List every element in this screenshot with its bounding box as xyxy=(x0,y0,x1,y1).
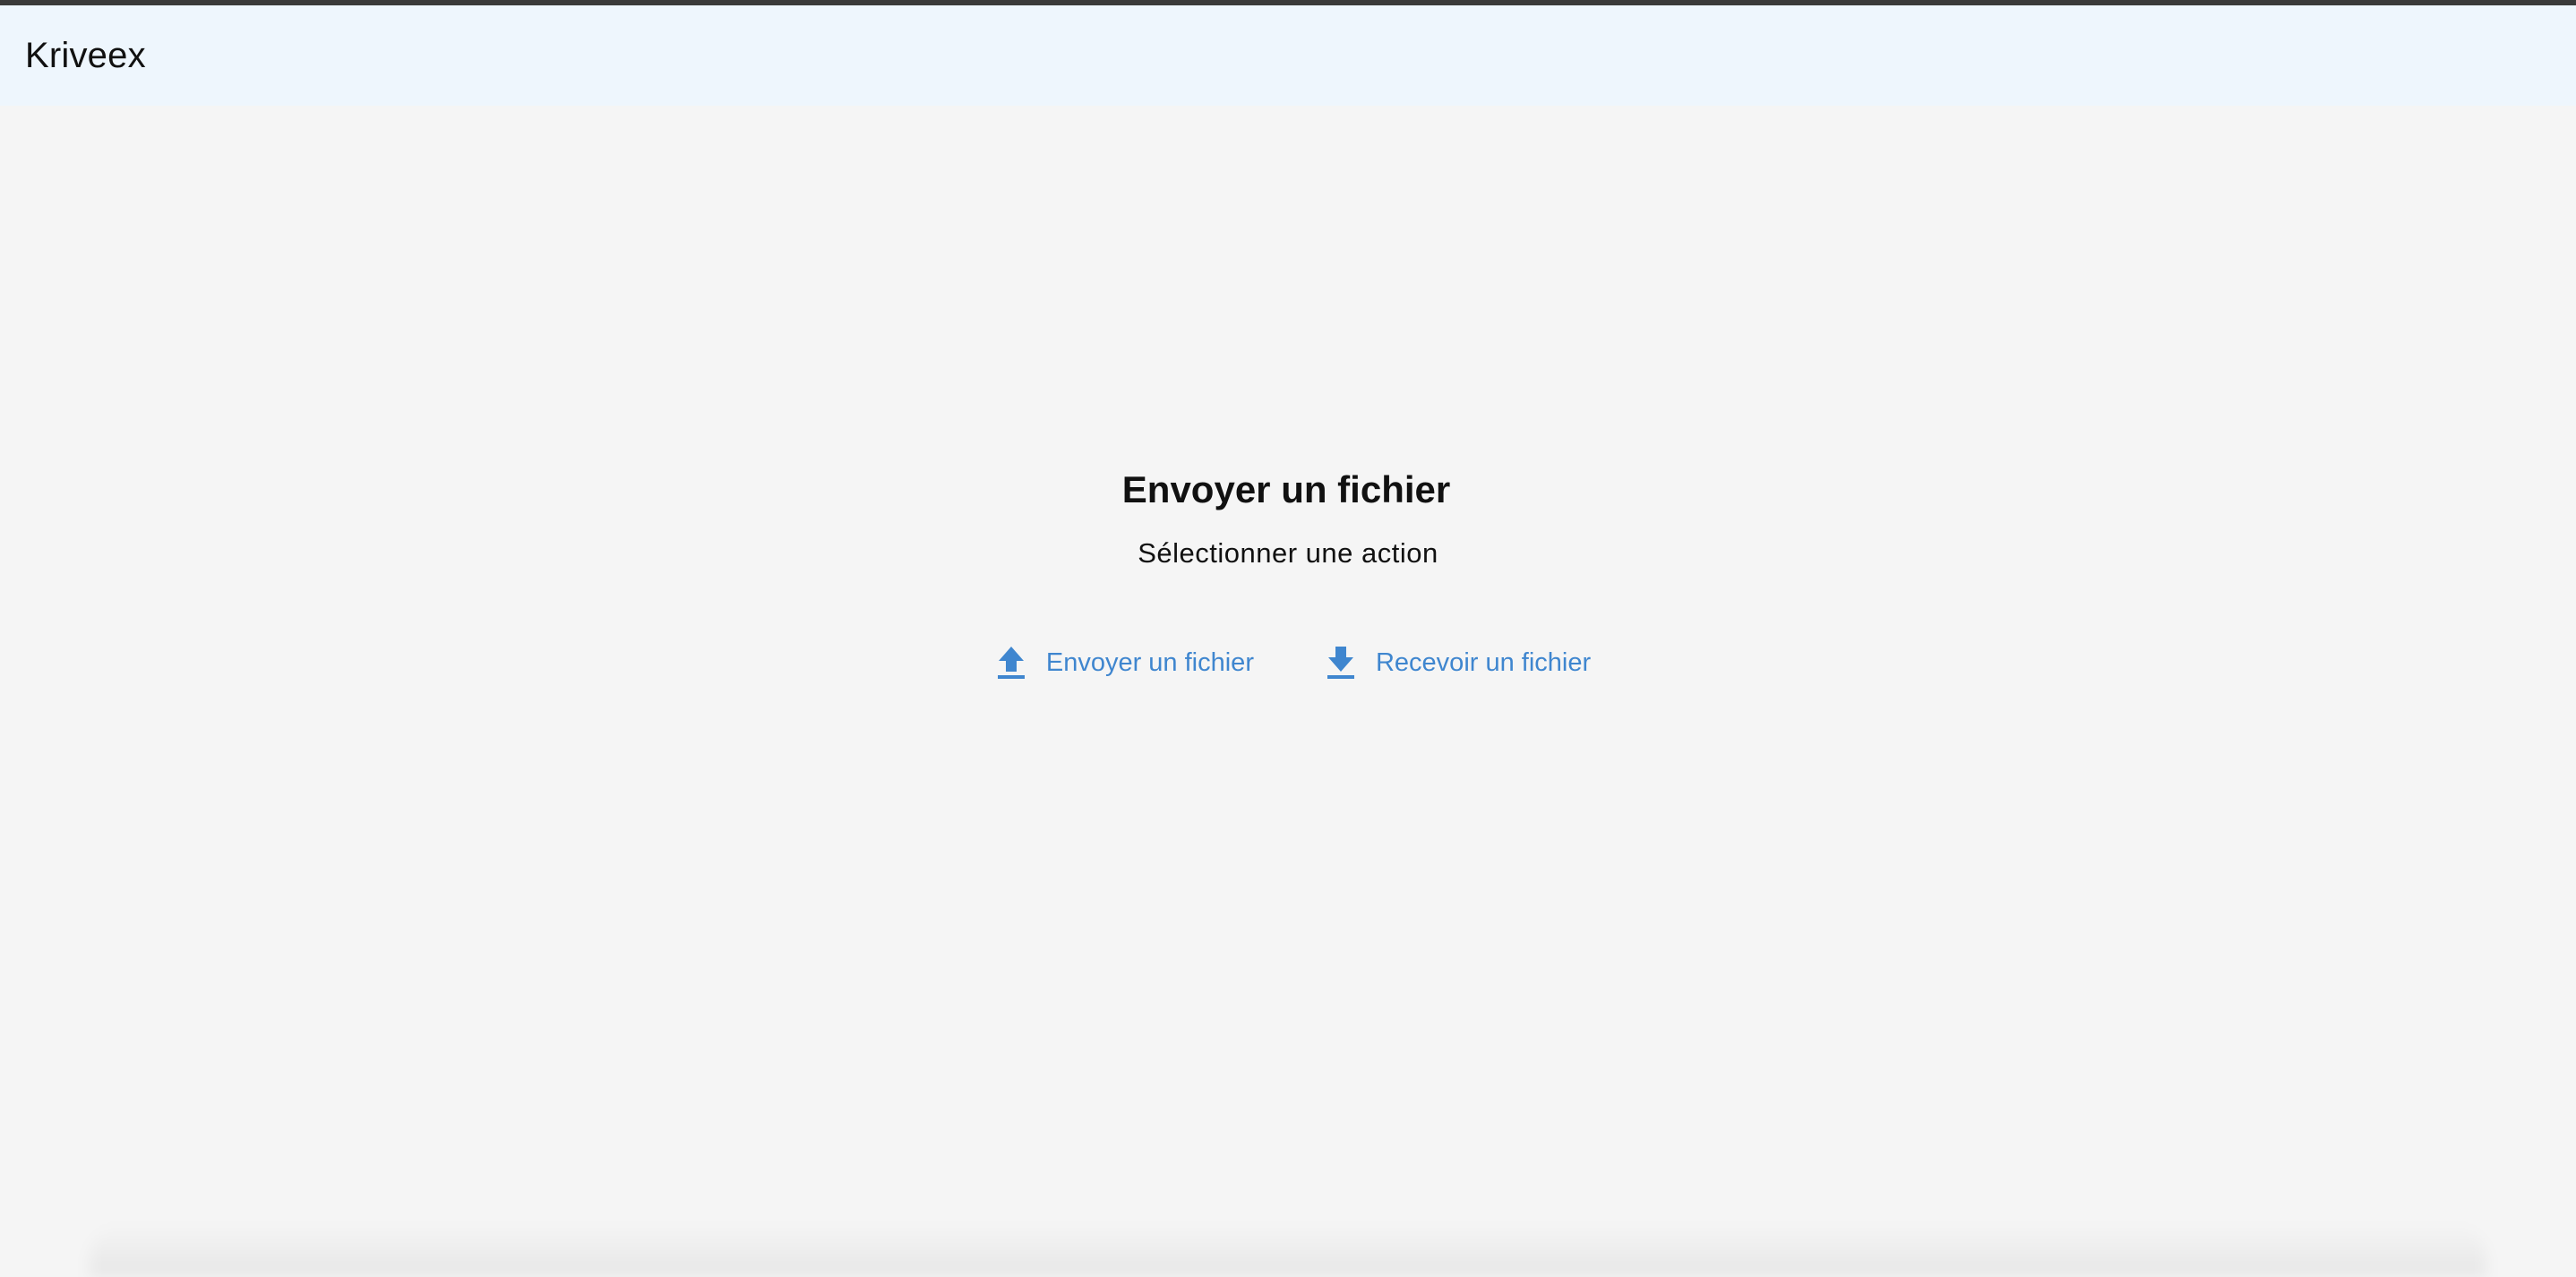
page-title: Envoyer un fichier xyxy=(1121,468,1451,510)
bottom-shadow xyxy=(90,1223,2486,1277)
download-icon xyxy=(1326,645,1356,681)
page-subtitle: Sélectionner une action xyxy=(1138,537,1438,569)
app-title: Kriveex xyxy=(25,35,146,75)
main-content xyxy=(0,106,2576,1277)
send-file-button[interactable]: Envoyer un fichier xyxy=(989,639,1261,686)
send-file-label: Envoyer un fichier xyxy=(1045,647,1254,677)
receive-file-label: Recevoir un fichier xyxy=(1375,647,1592,677)
receive-file-button[interactable]: Recevoir un fichier xyxy=(1318,639,1598,686)
action-panel: Envoyer un fichier Sélectionner une acti… xyxy=(0,466,2576,686)
app-bar: Kriveex xyxy=(0,5,2576,106)
action-buttons: Envoyer un fichier Recevoir un fichier xyxy=(989,639,1598,686)
upload-icon xyxy=(996,645,1026,681)
